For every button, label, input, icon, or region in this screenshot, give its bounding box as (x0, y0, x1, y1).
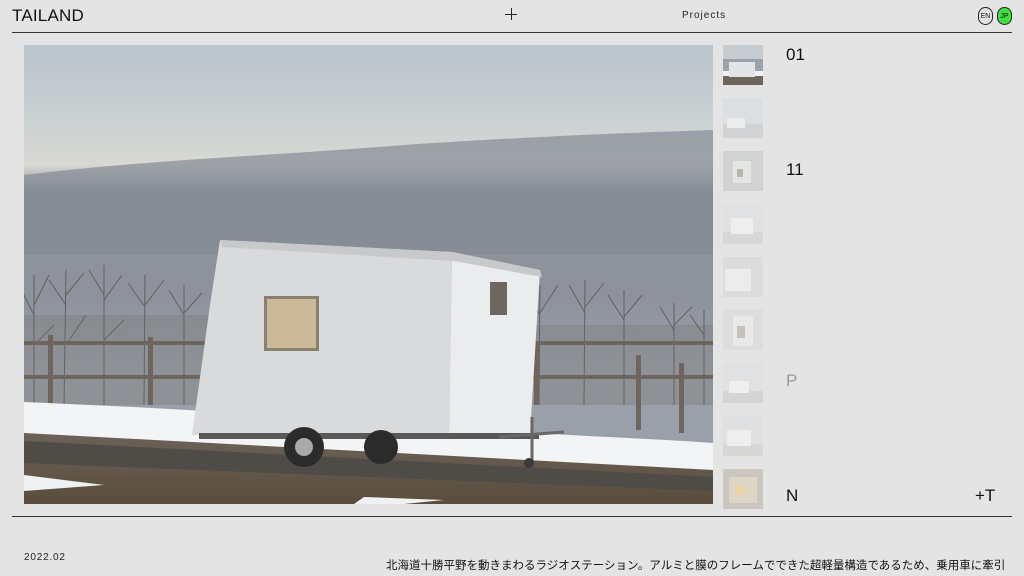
thumbnail-03[interactable] (723, 151, 763, 191)
plus-icon[interactable] (505, 7, 519, 21)
lang-en-button[interactable]: EN (978, 7, 993, 25)
thumbnail-05[interactable] (723, 257, 763, 297)
index-label-p: P (786, 371, 798, 390)
thumbnail-01[interactable] (723, 45, 763, 85)
thumbnail-02[interactable] (723, 98, 763, 138)
index-label-01: 01 (786, 45, 805, 64)
brand-logo[interactable]: TAILAND (12, 6, 84, 26)
thumbnail-07[interactable] (723, 363, 763, 403)
index-label-11: 11 (786, 160, 804, 179)
project-date: 2022.02 (24, 552, 66, 563)
lang-jp-button[interactable]: JP (997, 7, 1012, 25)
index-label-t: +T (975, 486, 996, 505)
thumbnail-09[interactable] (723, 469, 763, 509)
thumbnail-06[interactable] (723, 310, 763, 350)
index-label-n: N (786, 486, 799, 505)
hero-photo (24, 45, 713, 504)
thumbnail-04[interactable] (723, 204, 763, 244)
header-divider (12, 32, 1012, 33)
project-description: 北海道十勝平野を動きまわるラジオステーション。アルミと膜のフレームでできた超軽量… (386, 558, 1006, 572)
site-header: TAILAND Projects EN JP (0, 0, 1024, 33)
footer-divider (12, 516, 1012, 517)
nav-projects-link[interactable]: Projects (682, 10, 726, 21)
thumbnail-08[interactable] (723, 416, 763, 456)
